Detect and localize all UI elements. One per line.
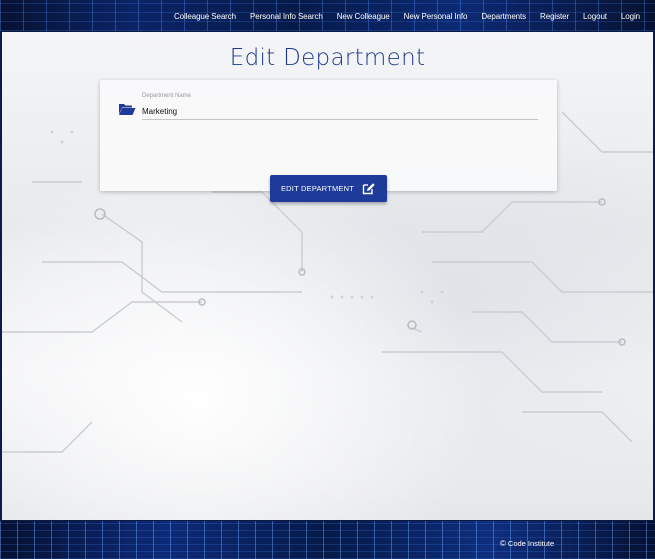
folder-open-icon bbox=[119, 104, 136, 115]
nav-link-new-colleague[interactable]: New Colleague bbox=[330, 12, 397, 21]
footer-credit: © Code Institute bbox=[500, 539, 554, 548]
edit-department-button-label: EDIT DEPARTMENT bbox=[280, 184, 354, 193]
top-navbar: Colleague Search Personal Info Search Ne… bbox=[0, 0, 655, 32]
nav-link-logout[interactable]: Logout bbox=[576, 12, 614, 21]
copyright-icon: © bbox=[500, 539, 506, 548]
department-name-input[interactable] bbox=[142, 104, 538, 120]
nav-link-new-personal-info[interactable]: New Personal Info bbox=[397, 12, 475, 21]
nav-link-departments[interactable]: Departments bbox=[474, 12, 533, 21]
nav-link-personal-info-search[interactable]: Personal Info Search bbox=[243, 12, 330, 21]
main-content: Edit Department Department Name EDIT DEP… bbox=[2, 32, 653, 520]
page-title: Edit Department bbox=[229, 45, 426, 71]
nav-link-colleague-search[interactable]: Colleague Search bbox=[167, 12, 243, 21]
edit-department-button[interactable]: EDIT DEPARTMENT bbox=[270, 175, 387, 202]
nav-link-login[interactable]: Login bbox=[614, 12, 647, 21]
nav-links: Colleague Search Personal Info Search Ne… bbox=[167, 0, 647, 32]
footer: © Code Institute bbox=[0, 520, 655, 559]
edit-department-form: Department Name EDIT DEPARTMENT bbox=[100, 80, 557, 202]
nav-link-register[interactable]: Register bbox=[533, 12, 576, 21]
edit-icon bbox=[362, 183, 375, 195]
footer-credit-text: Code Institute bbox=[507, 539, 555, 548]
department-name-label: Department Name bbox=[142, 93, 192, 99]
